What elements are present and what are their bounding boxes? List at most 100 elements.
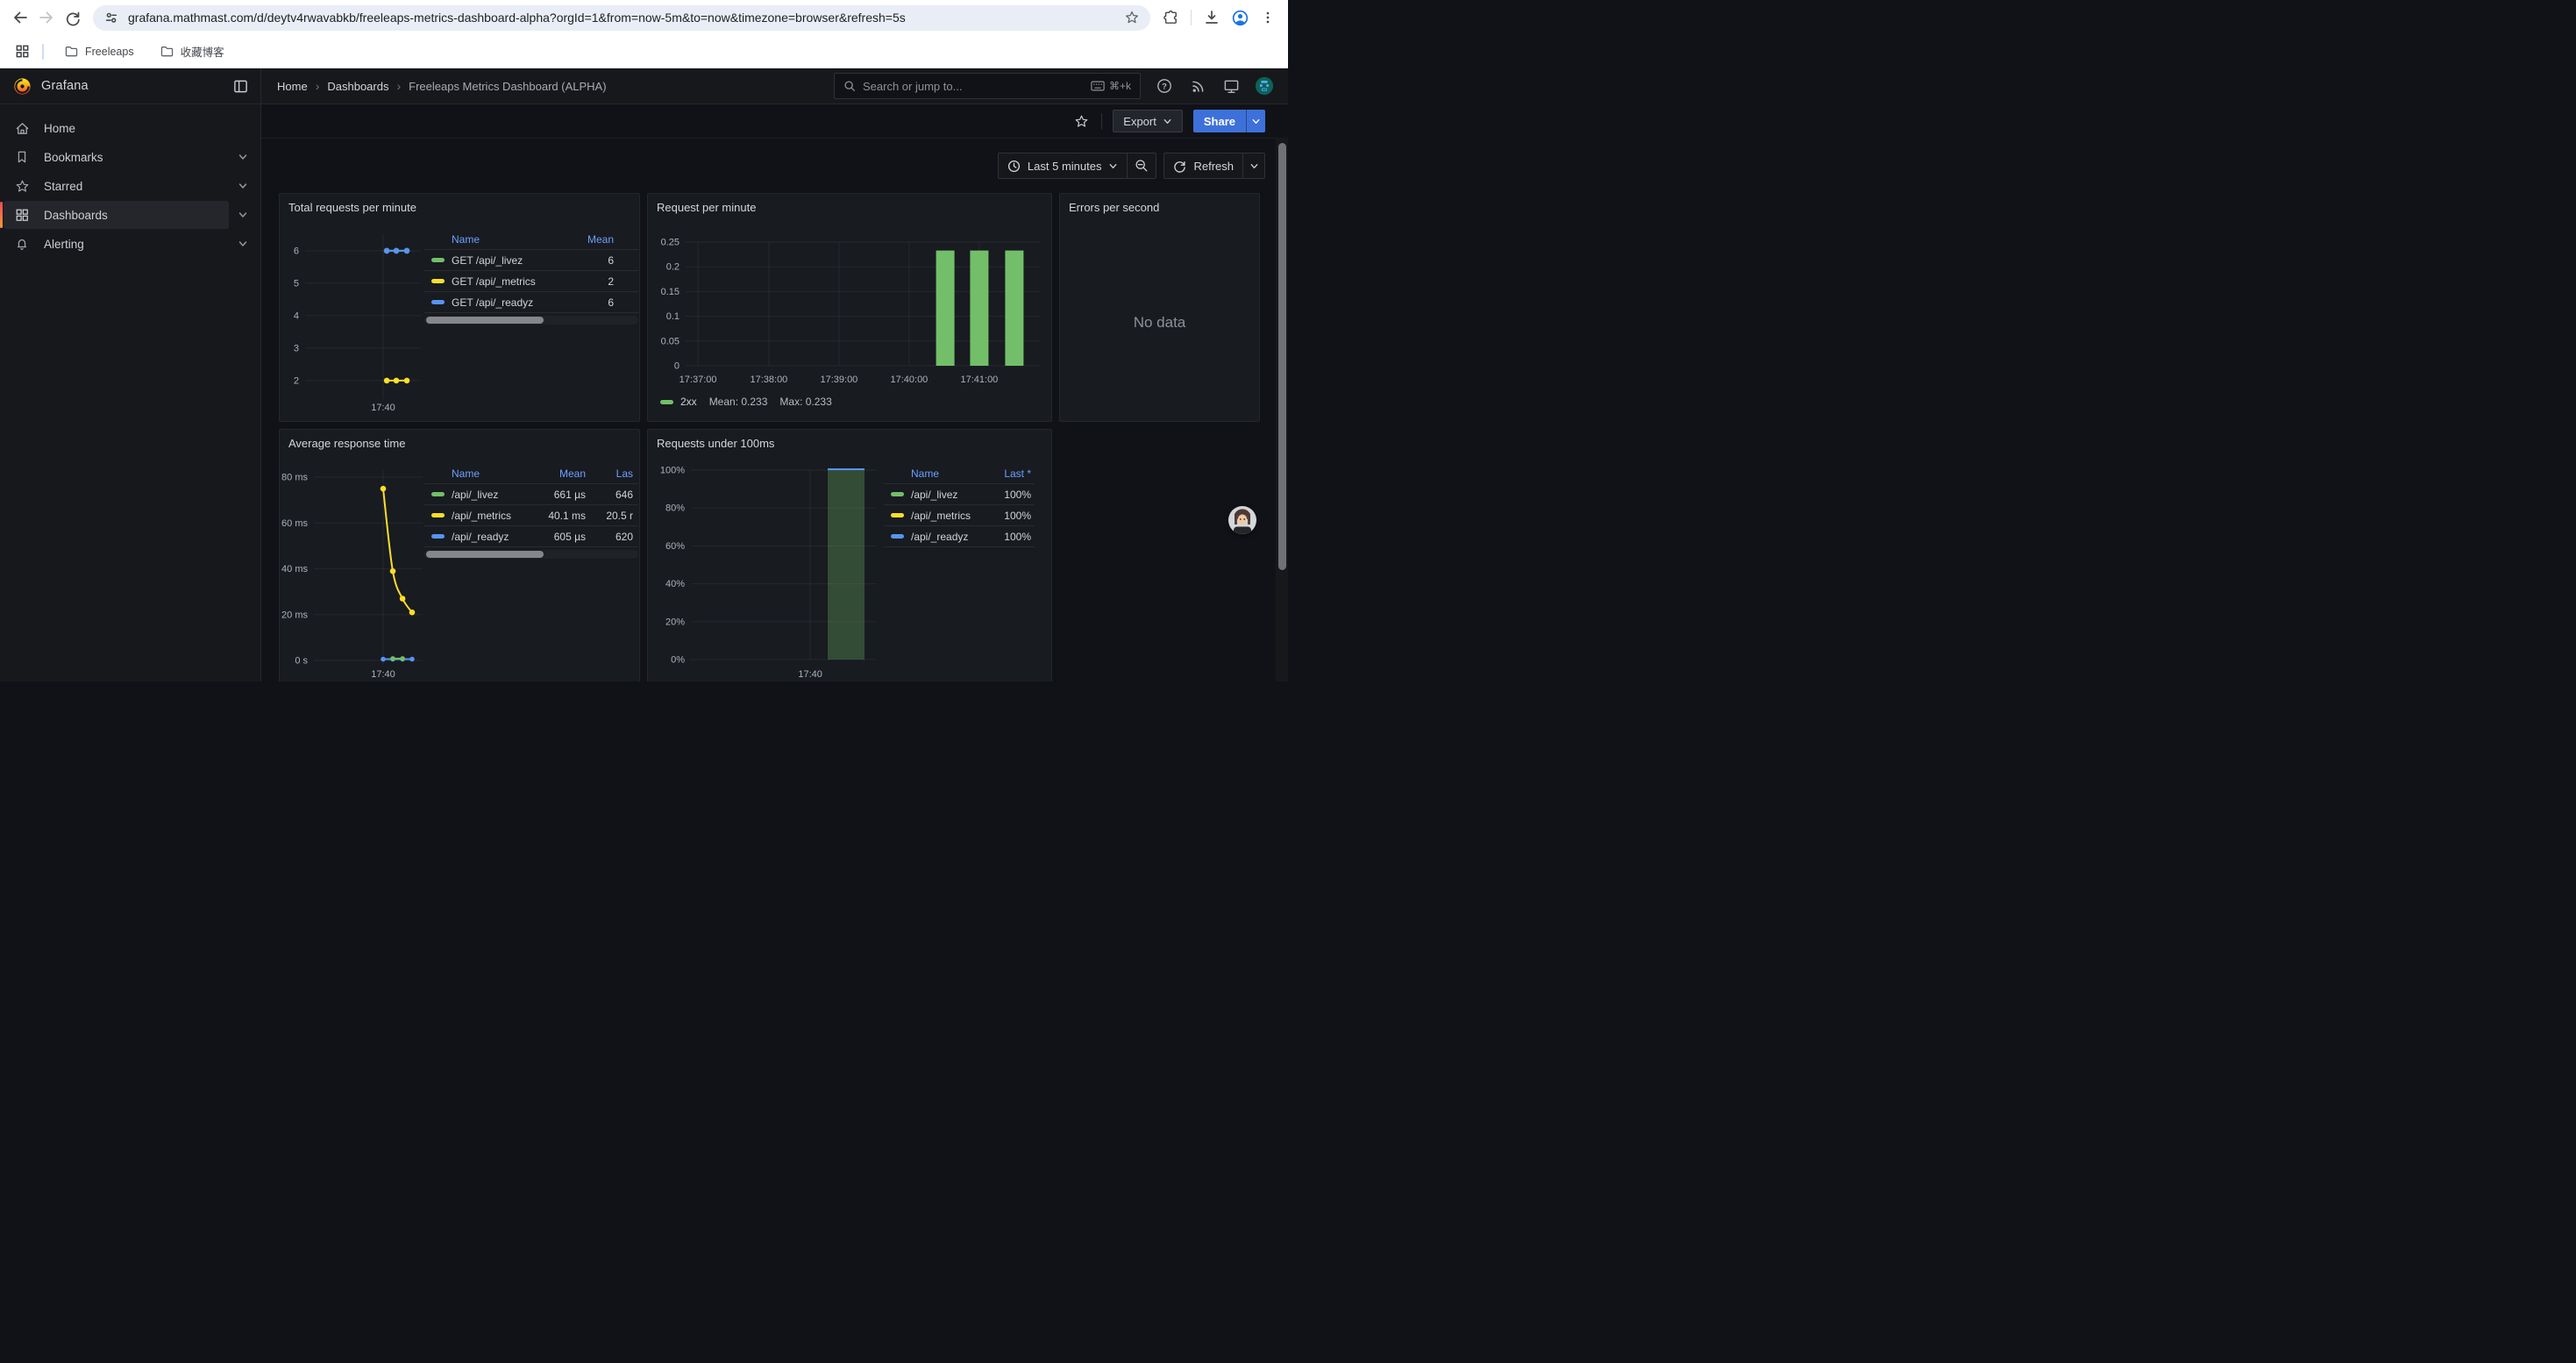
url-bar[interactable]: grafana.mathmast.com/d/deytv4rwavabkb/fr… xyxy=(93,5,1150,31)
sidebar-nav: HomeBookmarksStarredDashboardsAlerting xyxy=(0,104,261,682)
legend-scrollbar-thumb[interactable] xyxy=(426,551,544,558)
folder-icon xyxy=(65,46,78,57)
panel-toggle-icon xyxy=(233,79,248,94)
assistant-avatar-image xyxy=(1228,505,1257,535)
sidebar-toggle-button[interactable] xyxy=(233,79,248,94)
legend-table: NameMeanLas/api/_livez661 µs646/api/_met… xyxy=(424,463,638,559)
sidebar-item-starred[interactable]: Starred xyxy=(0,172,260,200)
bookmark-star-icon[interactable] xyxy=(1124,10,1140,25)
extensions-button[interactable] xyxy=(1157,4,1184,31)
sidebar-item-alerting[interactable]: Alerting xyxy=(0,230,260,258)
kiosk-mode-button[interactable] xyxy=(1221,76,1241,96)
breadcrumb-item-1[interactable]: Dashboards xyxy=(327,80,388,93)
panel-title[interactable]: Errors per second xyxy=(1069,201,1159,214)
legend-header-name[interactable]: Name xyxy=(452,467,523,480)
star-icon xyxy=(0,179,44,194)
svg-text:17:40: 17:40 xyxy=(798,669,822,680)
legend-series[interactable]: 2xx xyxy=(660,396,697,408)
sidebar-item-bookmarks[interactable]: Bookmarks xyxy=(0,143,260,171)
svg-text:100%: 100% xyxy=(660,466,685,476)
reload-button[interactable] xyxy=(60,4,86,31)
svg-text:80 ms: 80 ms xyxy=(281,473,308,483)
floating-assistant-avatar[interactable] xyxy=(1228,505,1257,535)
legend-series-name[interactable]: /api/_readyz xyxy=(911,531,975,543)
chevron-down-icon[interactable] xyxy=(238,239,248,249)
legend-value: 620 xyxy=(593,531,633,543)
refresh-button[interactable]: Refresh xyxy=(1164,153,1242,178)
svg-text:60%: 60% xyxy=(665,541,685,552)
share-dropdown-button[interactable] xyxy=(1246,110,1265,132)
legend-scrollbar[interactable] xyxy=(424,316,638,325)
search-input[interactable]: Search or jump to... ⌘+k xyxy=(834,73,1141,99)
zoom-out-button[interactable] xyxy=(1128,153,1156,178)
share-button[interactable]: Share xyxy=(1193,110,1265,132)
breadcrumb-item-2: Freeleaps Metrics Dashboard (ALPHA) xyxy=(409,80,606,93)
sidebar-item-dashboards[interactable]: Dashboards xyxy=(0,201,260,229)
bookmark-folder-0[interactable]: Freeleaps xyxy=(56,42,143,61)
grafana-logo[interactable] xyxy=(12,76,32,96)
legend-series-name[interactable]: /api/_metrics xyxy=(452,510,523,522)
legend-value: 40.1 ms xyxy=(530,510,586,522)
back-button[interactable] xyxy=(7,4,33,31)
url-text[interactable]: grafana.mathmast.com/d/deytv4rwavabkb/fr… xyxy=(128,11,1124,25)
breadcrumb: Home›Dashboards›Freeleaps Metrics Dashbo… xyxy=(261,68,834,103)
sidebar-item-home[interactable]: Home xyxy=(0,114,260,142)
svg-text:17:40: 17:40 xyxy=(371,403,395,413)
legend-header: Mean xyxy=(530,467,586,480)
legend-series-name[interactable]: /api/_readyz xyxy=(452,531,523,543)
profile-button[interactable] xyxy=(1227,4,1253,31)
svg-text:6: 6 xyxy=(294,246,299,256)
legend-header-name[interactable]: Name xyxy=(911,467,975,480)
legend-series-name[interactable]: GET /api/_readyz xyxy=(452,296,554,309)
clock-icon xyxy=(1007,160,1021,173)
chevron-down-icon[interactable] xyxy=(238,152,248,162)
legend-header: Las xyxy=(593,467,633,480)
time-range-picker[interactable]: Last 5 minutes xyxy=(999,153,1128,178)
user-avatar[interactable] xyxy=(1255,76,1274,96)
legend-series-name[interactable]: /api/_livez xyxy=(452,489,523,501)
legend-series-name[interactable]: /api/_livez xyxy=(911,489,975,501)
news-button[interactable] xyxy=(1188,76,1207,96)
refresh-interval-dropdown[interactable] xyxy=(1243,153,1264,178)
panel-title[interactable]: Requests under 100ms xyxy=(657,437,774,450)
browser-menu-button[interactable] xyxy=(1255,4,1281,31)
help-button[interactable]: ? xyxy=(1155,76,1174,96)
series-color-pill xyxy=(891,534,904,539)
legend-value: 6 xyxy=(561,296,614,309)
panels-grid: Total requests per minute6543217:40NameM… xyxy=(279,193,1260,682)
breadcrumb-item-0[interactable]: Home xyxy=(277,80,308,93)
svg-text:17:39:00: 17:39:00 xyxy=(820,375,857,385)
legend-row: /api/_readyz100% xyxy=(884,526,1035,547)
downloads-button[interactable] xyxy=(1199,4,1225,31)
legend-header-name[interactable]: Name xyxy=(452,233,554,246)
bookmark-folder-1[interactable]: 收藏博客 xyxy=(152,39,233,63)
refresh-label: Refresh xyxy=(1193,160,1234,173)
favorite-dashboard-button[interactable] xyxy=(1071,111,1091,131)
legend-series-name[interactable]: GET /api/_metrics xyxy=(452,275,554,288)
share-label[interactable]: Share xyxy=(1193,110,1246,132)
panel-total-requests: Total requests per minute6543217:40NameM… xyxy=(279,193,640,422)
legend-scrollbar-thumb[interactable] xyxy=(426,317,544,324)
panel-title[interactable]: Average response time xyxy=(288,437,405,450)
brand-name[interactable]: Grafana xyxy=(41,79,89,93)
page-scrollbar-thumb[interactable] xyxy=(1278,143,1286,570)
legend-value: 646 xyxy=(593,489,633,501)
svg-text:17:40:00: 17:40:00 xyxy=(890,375,928,385)
profile-icon xyxy=(1231,9,1249,27)
chart-plot[interactable]: 00.050.10.150.20.2517:37:0017:38:0017:39… xyxy=(648,224,1051,423)
apps-grid-button[interactable] xyxy=(11,40,33,63)
export-button[interactable]: Export xyxy=(1113,110,1183,132)
forward-button[interactable] xyxy=(33,4,60,31)
search-shortcut: ⌘+k xyxy=(1109,80,1131,92)
search-placeholder: Search or jump to... xyxy=(863,80,962,93)
legend-scrollbar[interactable] xyxy=(424,550,638,559)
panel-avg-response-time: Average response time80 ms60 ms40 ms20 m… xyxy=(279,429,640,682)
panel-title[interactable]: Total requests per minute xyxy=(288,201,416,214)
site-settings-icon[interactable] xyxy=(103,10,119,25)
chevron-down-icon[interactable] xyxy=(238,210,248,220)
legend-row: /api/_metrics40.1 ms20.5 r xyxy=(424,505,638,526)
legend-series-name[interactable]: GET /api/_livez xyxy=(452,254,554,267)
legend-series-name[interactable]: /api/_metrics xyxy=(911,510,975,522)
chevron-down-icon[interactable] xyxy=(238,181,248,191)
panel-title[interactable]: Request per minute xyxy=(657,201,756,214)
